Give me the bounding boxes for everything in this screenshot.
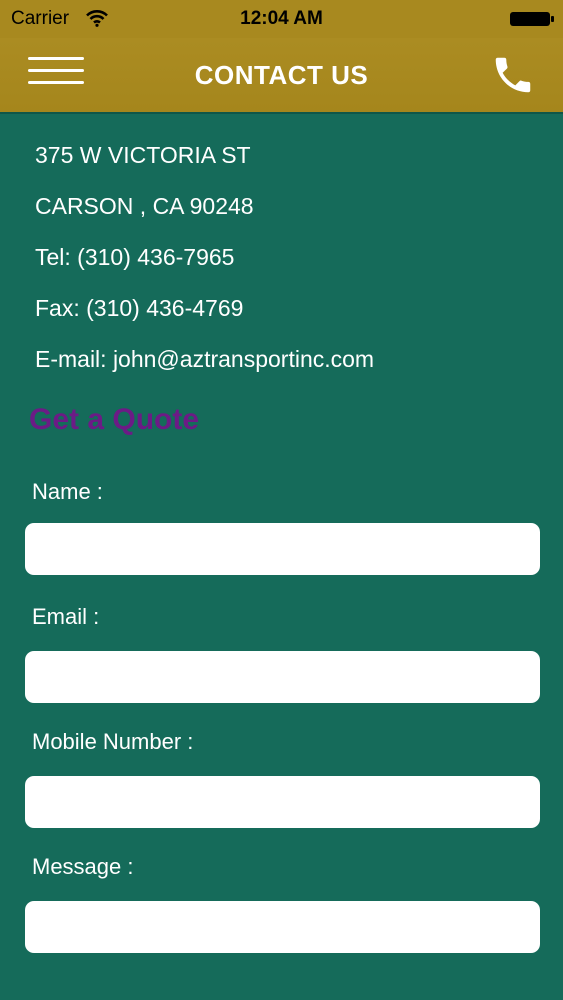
fax-line: Fax: (310) 436-4769 [35,295,244,321]
mobile-number-input[interactable] [25,776,540,828]
address-line-1: 375 W VICTORIA ST [35,142,251,168]
address-line-2: CARSON , CA 90248 [35,193,254,219]
email-line[interactable]: E-mail: john@aztransportinc.com [35,346,374,373]
name-label: Name : [32,479,103,504]
status-time: 12:04 AM [240,8,323,29]
mobile-number-label: Mobile Number : [32,729,194,754]
tel-line[interactable]: Tel: (310) 436-7965 [35,244,234,271]
message-input[interactable] [25,901,540,953]
email-input[interactable] [25,651,540,703]
nav-bar: CONTACT US [0,38,563,114]
name-input[interactable] [25,523,540,575]
quote-title: Get a Quote [29,403,200,436]
message-label: Message : [32,854,134,879]
status-bar: Carrier 12:04 AM [0,0,563,38]
page-title: CONTACT US [194,60,369,90]
battery-icon [510,12,554,26]
phone-icon[interactable] [490,52,536,98]
email-label: Email : [32,604,100,629]
